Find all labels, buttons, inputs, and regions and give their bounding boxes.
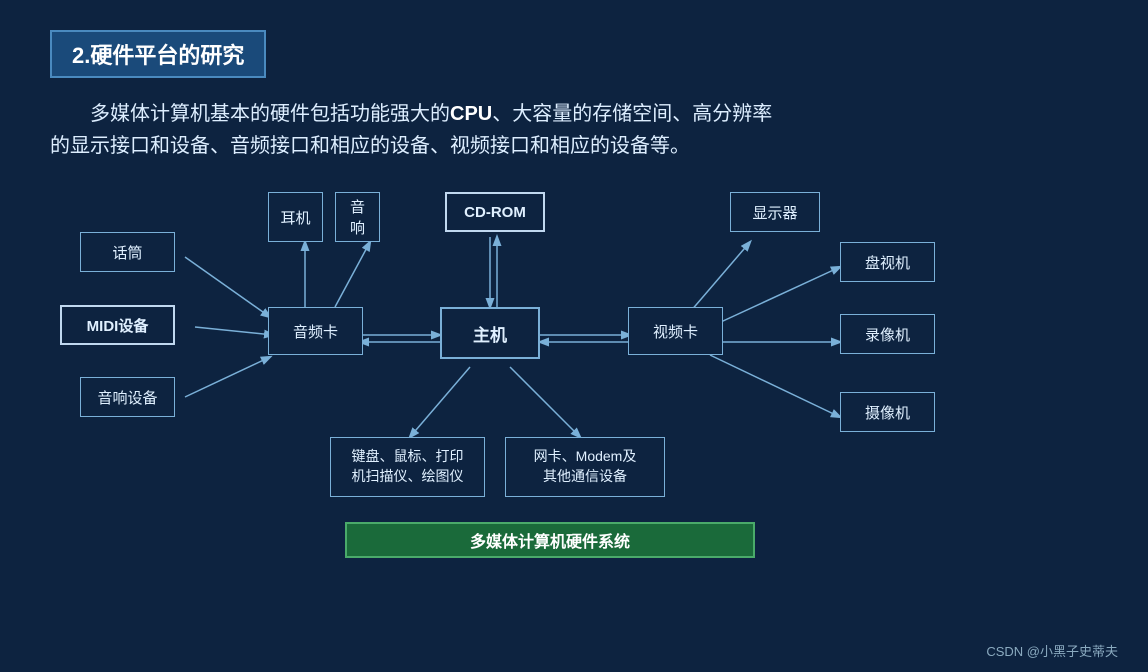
box-bottom-label: 多媒体计算机硬件系统 xyxy=(345,522,755,558)
box-jianpan: 键盘、鼠标、打印 机扫描仪、绘图仪 xyxy=(330,437,485,497)
box-cdrom: CD-ROM xyxy=(445,192,545,232)
body-text-prefix: 多媒体计算机基本的硬件包括功能强大的 xyxy=(90,103,450,125)
box-erji: 耳机 xyxy=(268,192,323,242)
box-luxiangji: 录像机 xyxy=(840,314,935,354)
box-shexiangji: 摄像机 xyxy=(840,392,935,432)
cpu-text: CPU xyxy=(450,103,492,125)
box-panjishi: 盘视机 xyxy=(840,242,935,282)
diagram: 话筒 MIDI设备 音响设备 耳机 音 响 CD-ROM 显示器 音频卡 主机 xyxy=(50,187,1100,567)
box-zhiji: 主机 xyxy=(440,307,540,359)
title-box: 2.硬件平台的研究 xyxy=(50,30,266,78)
box-wangka: 网卡、Modem及 其他通信设备 xyxy=(505,437,665,497)
footer: CSDN @小黑子史蒂夫 xyxy=(986,641,1118,660)
box-xianshiqi: 显示器 xyxy=(730,192,820,232)
box-shipinka: 视频卡 xyxy=(628,307,723,355)
box-yinxiang: 音 响 xyxy=(335,192,380,242)
body-text-suffix2: 的显示接口和设备、音频接口和相应的设备、视频接口和相应的设备等。 xyxy=(50,135,690,157)
box-midi: MIDI设备 xyxy=(60,305,175,345)
box-huatong: 话筒 xyxy=(80,232,175,272)
box-yinxiang-shebei: 音响设备 xyxy=(80,377,175,417)
body-text-suffix1: 、大容量的存储空间、高分辨率 xyxy=(492,103,772,125)
title-text: 2.硬件平台的研究 xyxy=(72,43,244,68)
arrows-svg xyxy=(50,187,1100,567)
body-text: 多媒体计算机基本的硬件包括功能强大的CPU、大容量的存储空间、高分辨率的显示接口… xyxy=(50,98,1098,162)
box-yinpinka: 音频卡 xyxy=(268,307,363,355)
slide: 2.硬件平台的研究 多媒体计算机基本的硬件包括功能强大的CPU、大容量的存储空间… xyxy=(0,0,1148,672)
